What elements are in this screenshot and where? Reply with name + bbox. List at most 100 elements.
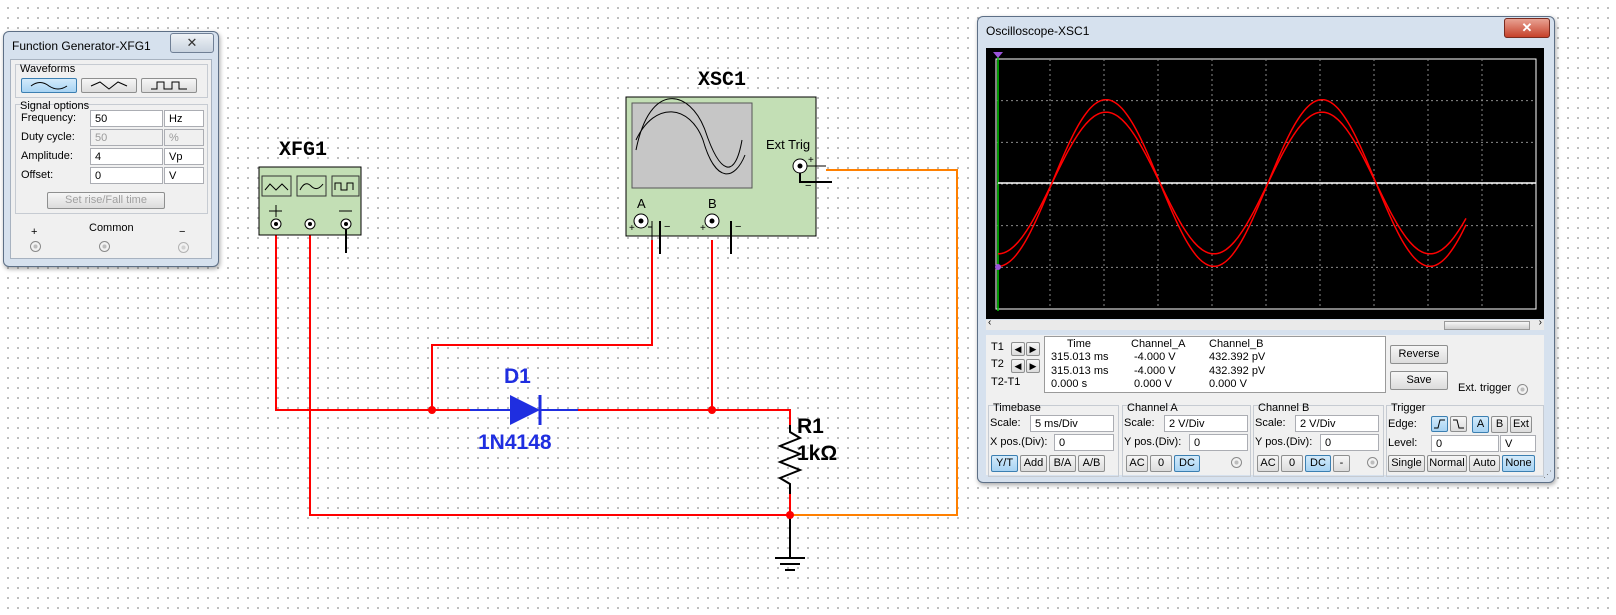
arrow-left-icon: ◀ (1014, 344, 1022, 354)
channel-a-scale-field[interactable]: 2 V/Div (1164, 415, 1248, 432)
channel-b-radio[interactable] (1367, 457, 1378, 468)
channel-b-scale-label: Scale: (1255, 417, 1286, 429)
trigger-source-a-button[interactable]: A (1472, 416, 1489, 433)
sine-wave-icon (30, 82, 68, 90)
channel-a-terminal-label: A (637, 196, 646, 211)
trigger-mode-none-button[interactable]: None (1502, 455, 1535, 472)
function-generator-window: Function Generator-XFG1 ✕ Waveforms Sign… (3, 31, 219, 267)
window-title: Function Generator-XFG1 (12, 39, 151, 53)
ext-trigger-radio[interactable] (1517, 384, 1528, 395)
channel-a-radio[interactable] (1231, 457, 1242, 468)
readout-channel-b: 0.000 V (1209, 378, 1247, 390)
trigger-mode-auto-button[interactable]: Auto (1469, 455, 1500, 472)
trigger-source-b-button[interactable]: B (1491, 416, 1508, 433)
readout-time: 315.013 ms (1051, 351, 1109, 363)
trigger-source-ext-button[interactable]: Ext (1510, 416, 1532, 433)
timebase-y-t-button[interactable]: Y/T (991, 455, 1018, 472)
channel-b-dc-button[interactable]: DC (1305, 455, 1331, 472)
channel-a-zero-button[interactable]: 0 (1150, 455, 1172, 472)
ground-symbol[interactable] (775, 557, 805, 571)
channel-b-ypos-field[interactable]: 0 (1320, 434, 1379, 451)
a-plus: + (629, 223, 635, 234)
field-value[interactable]: 4 (90, 148, 163, 165)
common-terminal-label: Common (89, 222, 134, 234)
trigger-mode-normal-button[interactable]: Normal (1427, 455, 1467, 472)
x-pos-field[interactable]: 0 (1054, 434, 1114, 451)
ext-trig-label: Ext Trig (766, 137, 811, 152)
close-button[interactable]: ✕ (170, 33, 214, 53)
b-plus: + (700, 223, 706, 234)
channel-a-ac-button[interactable]: AC (1126, 455, 1148, 472)
scroll-left-icon[interactable]: ‹ (988, 317, 991, 328)
field-value[interactable]: 50 (90, 129, 163, 146)
channel-a-ypos-label: Y pos.(Div): (1124, 436, 1182, 448)
channel-b-scale-field[interactable]: 2 V/Div (1295, 415, 1379, 432)
t2-t1-label: T2-T1 (991, 376, 1021, 388)
save-button[interactable]: Save (1390, 371, 1448, 390)
channel-a-ypos-field[interactable]: 0 (1189, 434, 1248, 451)
wire-xfg-plus-to-diode[interactable] (275, 232, 470, 411)
common-terminal-radio[interactable] (99, 241, 110, 252)
rising-edge-button[interactable] (1431, 416, 1448, 432)
junction-dot (428, 406, 436, 414)
reverse-button[interactable]: Reverse (1390, 345, 1448, 364)
level-unit[interactable]: V (1500, 435, 1536, 452)
channel-a-title: Channel A (1127, 402, 1178, 414)
scroll-right-icon[interactable]: › (1539, 317, 1542, 328)
level-field[interactable]: 0 (1431, 435, 1499, 452)
square-wave-icon (151, 81, 187, 90)
diode-d1[interactable] (470, 395, 578, 425)
square-wave-button[interactable] (141, 78, 197, 93)
triangle-wave-button[interactable] (81, 78, 137, 93)
field-unit[interactable]: Hz (164, 110, 204, 127)
channel-a-dc-button[interactable]: DC (1174, 455, 1200, 472)
close-button[interactable]: ✕ (1504, 18, 1550, 38)
falling-edge-icon (1453, 419, 1464, 429)
readout-time: 0.000 s (1051, 378, 1088, 390)
trigger-title: Trigger (1391, 402, 1426, 414)
edge-label: Edge: (1388, 418, 1417, 430)
timebase-title: Timebase (993, 402, 1041, 414)
timebase-b-a-button[interactable]: B/A (1049, 455, 1076, 472)
plus-terminal-radio[interactable] (30, 241, 41, 252)
xsc1-label: XSC1 (698, 69, 747, 92)
timebase-add-button[interactable]: Add (1020, 455, 1047, 472)
xfg1-label: XFG1 (279, 139, 328, 162)
wire-scope-a[interactable] (431, 240, 653, 410)
t2-left-button[interactable]: ◀ (1011, 359, 1025, 373)
set-rise-fall-button[interactable]: Set rise/Fall time (47, 192, 165, 209)
resize-grip-icon[interactable]: ⋰ (1543, 469, 1552, 480)
minus-terminal-label: − (179, 226, 186, 238)
t1-left-button[interactable]: ◀ (1011, 342, 1025, 356)
field-value[interactable]: 0 (90, 167, 163, 184)
minus-terminal-radio[interactable] (178, 242, 189, 253)
scroll-thumb[interactable] (1444, 321, 1530, 330)
falling-edge-button[interactable] (1450, 416, 1467, 432)
field-unit[interactable]: % (164, 129, 204, 146)
horizontal-scrollbar[interactable]: ‹ › (986, 317, 1544, 330)
field-label: Duty cycle: (21, 131, 75, 143)
oscilloscope-screen[interactable] (986, 48, 1544, 319)
channel-b-zero-button[interactable]: 0 (1281, 455, 1303, 472)
readout-header: Channel_B (1209, 338, 1264, 350)
field-unit[interactable]: Vp (164, 148, 204, 165)
channel-b-ac-button[interactable]: AC (1257, 455, 1279, 472)
x-pos-label: X pos.(Div): (990, 436, 1048, 448)
timebase-a-b-button[interactable]: A/B (1078, 455, 1105, 472)
channel-a-marker (995, 264, 1001, 270)
close-icon: ✕ (1521, 20, 1533, 35)
field-unit[interactable]: V (164, 167, 204, 184)
t2-right-button[interactable]: ▶ (1026, 359, 1040, 373)
wire-diode-to-resistor[interactable] (578, 409, 791, 425)
controls-panel: Timebase Scale: 5 ms/Div X pos.(Div): 0 … (986, 399, 1544, 477)
t1-right-button[interactable]: ▶ (1026, 342, 1040, 356)
timebase-scale-field[interactable]: 5 ms/Div (1030, 415, 1114, 432)
oscilloscope-symbol[interactable] (625, 96, 832, 254)
field-value[interactable]: 50 (90, 110, 163, 127)
close-button-frame[interactable]: ✕ (1504, 18, 1550, 38)
trigger-mode-single-button[interactable]: Single (1388, 455, 1425, 472)
channel-b-minus-button[interactable]: - (1333, 455, 1350, 472)
triangle-wave-icon (90, 81, 128, 90)
sine-wave-button[interactable] (21, 78, 77, 93)
wire-xfg-common-to-ground[interactable] (309, 232, 790, 516)
